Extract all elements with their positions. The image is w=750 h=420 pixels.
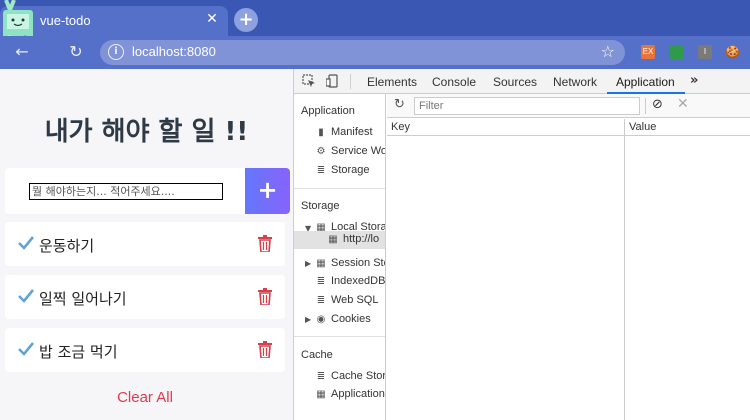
refresh-icon[interactable]: ↻ xyxy=(394,97,405,112)
todo-item: 일찍 일어나기 xyxy=(5,275,285,319)
todo-input[interactable] xyxy=(29,183,223,200)
cookie-extension-icon[interactable]: 🍪 xyxy=(725,45,740,59)
trash-icon[interactable] xyxy=(258,235,272,252)
filter-separator xyxy=(645,98,646,114)
sidebar-divider xyxy=(294,188,385,189)
devtools-tabbar: Elements Console Sources Network Applica… xyxy=(294,69,750,94)
storage-viewer: ↻ ⊘ ✕ Key Value xyxy=(387,94,750,420)
bookmark-star-icon[interactable]: ☆ xyxy=(601,42,615,61)
delete-selected-icon[interactable]: ✕ xyxy=(677,96,689,112)
devtools-panel: Elements Console Sources Network Applica… xyxy=(293,69,750,420)
sidebar-header-cache: Cache xyxy=(301,349,333,361)
check-icon[interactable] xyxy=(18,341,34,357)
todo-item: 밥 조금 먹기 xyxy=(5,328,285,372)
column-header-value[interactable]: Value xyxy=(629,121,656,133)
browser-toolbar: ← ↻ i localhost:8080 ☆ EX I 🍪 xyxy=(0,36,750,69)
file-icon: ▮ xyxy=(318,127,324,138)
collapsed-arrow-icon[interactable]: ▶ xyxy=(305,259,311,268)
browser-tabstrip: vue-todo ✕ + xyxy=(0,0,750,36)
clear-all-icon[interactable]: ⊘ xyxy=(652,97,663,112)
clear-all-button[interactable]: Clear All xyxy=(0,389,290,406)
table-header: Key Value xyxy=(387,119,750,136)
tab-close-icon[interactable]: ✕ xyxy=(204,11,220,27)
sidebar-item-manifest[interactable]: ▮ Manifest xyxy=(315,126,372,138)
sidebar-item-web-sql[interactable]: ≣ Web SQL xyxy=(315,294,379,306)
sidebar-header-application: Application xyxy=(301,105,355,117)
back-arrow-icon[interactable]: ← xyxy=(12,42,32,61)
column-divider[interactable] xyxy=(624,119,625,420)
add-todo-button[interactable]: + xyxy=(245,168,290,214)
address-bar[interactable]: i localhost:8080 ☆ xyxy=(100,40,625,65)
sidebar-item-cache-storage[interactable]: ≣ Cache Stor xyxy=(315,370,385,382)
sidebar-item-session-storage[interactable]: ▦ Session Sto xyxy=(315,257,385,269)
sidebar-item-application-cache[interactable]: ▦ Application xyxy=(315,388,385,400)
sidebar-item-localhost[interactable]: ▦ http://lo xyxy=(327,233,379,245)
check-icon[interactable] xyxy=(18,288,34,304)
trash-icon[interactable] xyxy=(258,341,272,358)
tab-console[interactable]: Console xyxy=(432,75,476,89)
todo-text: 운동하기 xyxy=(39,237,95,255)
tab-title: vue-todo xyxy=(40,13,91,28)
sidebar-divider xyxy=(294,336,385,337)
sidebar-item-cookies[interactable]: ◉ Cookies xyxy=(315,313,371,325)
tab-elements[interactable]: Elements xyxy=(367,75,417,89)
database-icon: ≣ xyxy=(316,165,326,176)
database-icon: ≣ xyxy=(316,371,326,382)
todo-app: 내가 해야 할 일 !! + 운동하기 일찍 일어나기 밥 조금 먹기 Clea… xyxy=(0,69,293,420)
screen: vue-todo ✕ + ← ↻ i localhost:8080 ☆ EX I… xyxy=(0,0,750,420)
grid-icon: ▦ xyxy=(316,258,326,269)
cookie-icon: ◉ xyxy=(316,314,326,325)
column-header-key[interactable]: Key xyxy=(391,121,410,133)
sidebar-item-indexeddb[interactable]: ≣ IndexedDB xyxy=(315,275,385,287)
info-icon[interactable]: i xyxy=(108,44,124,60)
grid-icon: ▦ xyxy=(328,234,338,245)
page-title: 내가 해야 할 일 !! xyxy=(44,117,249,147)
collapsed-arrow-icon[interactable]: ▶ xyxy=(305,315,311,324)
gear-icon: ⚙ xyxy=(316,146,326,157)
filter-toolbar: ↻ ⊘ ✕ xyxy=(387,94,750,118)
url-text: localhost:8080 xyxy=(132,44,216,59)
database-icon: ≣ xyxy=(316,295,326,306)
tab-application[interactable]: Application xyxy=(616,75,675,89)
more-tabs-icon[interactable]: » xyxy=(690,73,698,88)
database-icon: ≣ xyxy=(316,276,326,287)
inspect-element-icon[interactable] xyxy=(302,74,316,88)
todo-text: 밥 조금 먹기 xyxy=(39,343,118,361)
sidebar-item-service-workers[interactable]: ⚙ Service Wo xyxy=(315,145,385,157)
green-extension-icon[interactable] xyxy=(670,45,684,59)
ex-extension-icon[interactable]: EX xyxy=(641,45,655,59)
sidebar-item-storage[interactable]: ≣ Storage xyxy=(315,164,370,176)
trash-icon[interactable] xyxy=(258,288,272,305)
grid-icon: ▦ xyxy=(316,389,326,400)
check-icon[interactable] xyxy=(18,235,34,251)
tabbar-separator xyxy=(350,74,351,89)
reload-icon[interactable]: ↻ xyxy=(66,42,86,61)
grey-extension-icon[interactable]: I xyxy=(698,45,712,59)
device-toolbar-icon[interactable] xyxy=(326,74,340,88)
todo-item: 운동하기 xyxy=(5,222,285,266)
application-sidebar: Application ▮ Manifest ⚙ Service Wo ≣ Stora… xyxy=(294,94,386,420)
filter-input[interactable] xyxy=(414,97,640,115)
sidebar-header-storage: Storage xyxy=(301,200,340,212)
new-tab-button[interactable]: + xyxy=(234,8,258,32)
tab-sources[interactable]: Sources xyxy=(493,75,537,89)
todo-text: 일찍 일어나기 xyxy=(39,290,127,308)
todo-input-container: + xyxy=(5,168,290,214)
tab-network[interactable]: Network xyxy=(553,75,597,89)
